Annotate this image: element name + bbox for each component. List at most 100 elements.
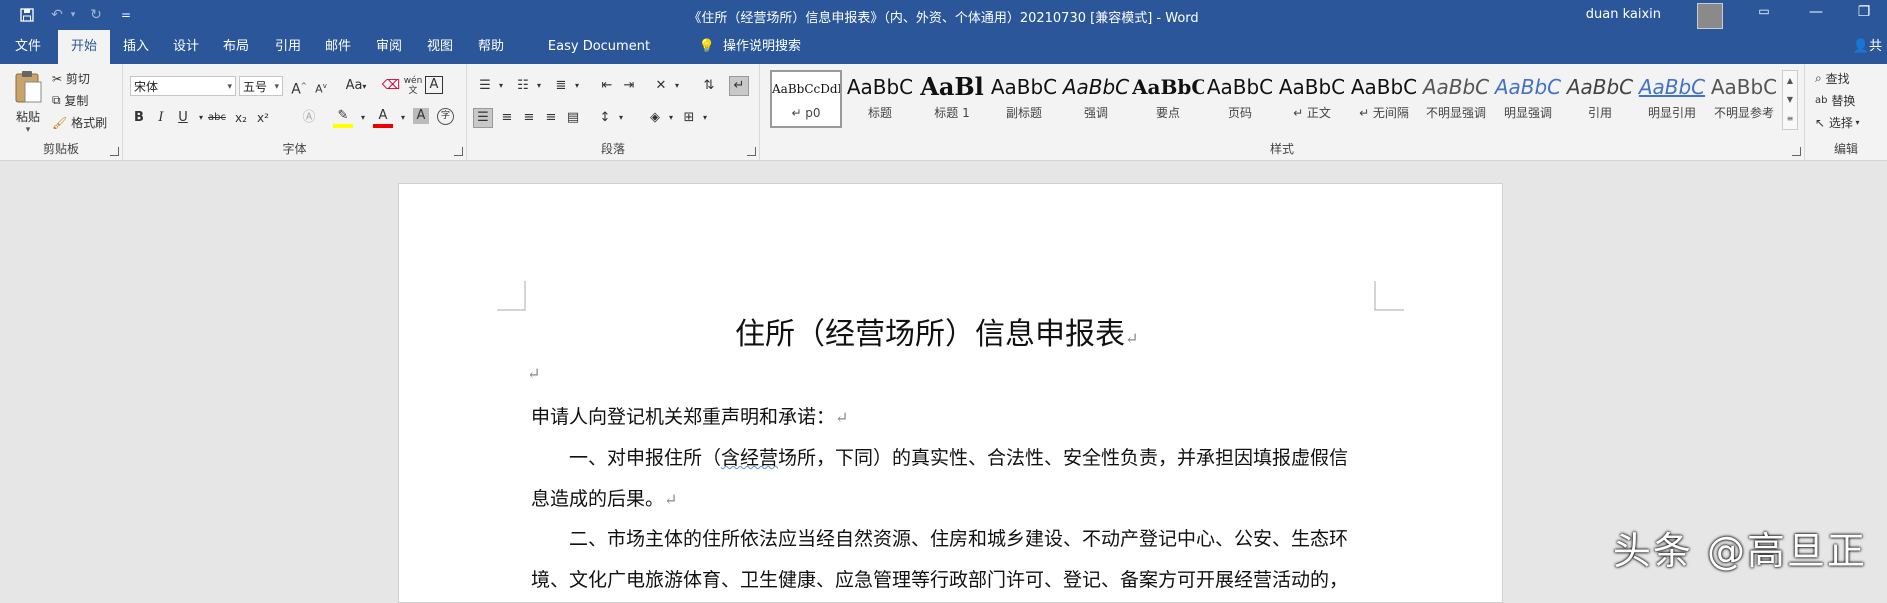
style-p0[interactable]: AaBbCcDdI ↵ p0	[770, 70, 842, 128]
align-center-icon[interactable]: ≡	[497, 108, 517, 128]
tell-me-search[interactable]: 操作说明搜索	[720, 30, 804, 64]
multilevel-dropdown-icon[interactable]: ▾	[567, 76, 587, 96]
numbering-dropdown-icon[interactable]: ▾	[529, 76, 549, 96]
style-quote[interactable]: AaBbC 引用	[1564, 70, 1636, 128]
style-subtle-reference[interactable]: AaBbC 不明显参考	[1708, 70, 1780, 128]
clipboard-launcher-icon[interactable]	[110, 147, 119, 156]
font-group-label: 字体	[282, 142, 307, 156]
borders-dropdown-icon[interactable]: ▾	[695, 108, 715, 128]
paragraph-mark: ↵	[664, 490, 678, 509]
shading-dropdown-icon[interactable]: ▾	[661, 108, 681, 128]
subscript-button[interactable]: x₂	[231, 108, 251, 128]
select-button[interactable]: ↖ 选择 ▾	[1815, 114, 1859, 131]
text-effects-icon[interactable]: Ⓐ	[299, 108, 319, 128]
bullets-dropdown-icon[interactable]: ▾	[491, 76, 511, 96]
paste-button[interactable]: 粘贴 ▾	[10, 70, 46, 135]
ribbon-display-icon[interactable]: ▭	[1749, 4, 1779, 26]
tab-references[interactable]: 引用	[268, 30, 308, 64]
font-color-dropdown-icon[interactable]: ▾	[393, 108, 413, 128]
styles-gallery-scroll[interactable]: ▲ ▼ ≡	[1782, 70, 1798, 130]
highlight-color-icon[interactable]: ✎	[333, 108, 353, 128]
justify-icon[interactable]: ≡	[541, 108, 561, 128]
change-case-button[interactable]: Aa▾	[341, 76, 371, 96]
font-size-select[interactable]: 五号 ▾	[239, 76, 283, 96]
format-painter-button[interactable]: 🖌 格式刷	[52, 114, 107, 131]
minimize-icon[interactable]: —	[1801, 4, 1831, 26]
enclose-characters-button[interactable]: 字	[437, 108, 454, 125]
phonetic-guide-button[interactable]: wén 文	[403, 76, 423, 96]
tab-home[interactable]: 开始	[58, 30, 110, 64]
tab-mailings[interactable]: 邮件	[318, 30, 358, 64]
bold-button[interactable]: B	[129, 108, 149, 128]
tab-help[interactable]: 帮助	[471, 30, 511, 64]
replace-button[interactable]: ab 替换	[1815, 92, 1855, 109]
avatar[interactable]	[1697, 3, 1723, 29]
font-name-select[interactable]: 宋体 ▾	[130, 76, 236, 96]
spellcheck-text[interactable]: 含经营	[721, 447, 778, 469]
style-sample: AaBbC	[990, 75, 1058, 99]
tab-review[interactable]: 审阅	[369, 30, 409, 64]
italic-button[interactable]: I	[151, 108, 171, 128]
style-subtitle[interactable]: AaBbC 副标题	[988, 70, 1060, 128]
cut-button[interactable]: ✂ 剪切	[52, 70, 90, 87]
tab-design[interactable]: 设计	[166, 30, 206, 64]
style-no-spacing[interactable]: AaBbC ↵ 无间隔	[1348, 70, 1420, 128]
font-launcher-icon[interactable]	[454, 147, 463, 156]
show-formatting-marks-icon[interactable]: ↵	[729, 76, 749, 96]
style-title[interactable]: AaBbC 标题	[844, 70, 916, 128]
tab-layout[interactable]: 布局	[216, 30, 256, 64]
ribbon: 粘贴 ▾ ✂ 剪切 ⧉ 复制 🖌 格式刷 剪贴板 宋体 ▾ 五号 ▾ A^ Av A…	[0, 64, 1887, 161]
style-sample: AaBbC	[1494, 75, 1562, 99]
copy-button[interactable]: ⧉ 复制	[52, 92, 88, 109]
line-spacing-dropdown-icon[interactable]: ▾	[611, 108, 631, 128]
grow-font-button[interactable]: A^	[289, 76, 309, 98]
document-title-text: 住所（经营场所）信息申报表	[735, 317, 1125, 352]
doc-text: 申请人向登记机关郑重声明和承诺：	[531, 406, 836, 428]
style-name: 明显引用	[1647, 106, 1696, 120]
sort-icon[interactable]: ⇅	[699, 76, 719, 96]
style-heading-1[interactable]: AaBl 标题 1	[916, 70, 988, 128]
distributed-icon[interactable]: ▤	[563, 108, 583, 128]
style-strong[interactable]: AaBbC 要点	[1132, 70, 1204, 128]
paragraph-launcher-icon[interactable]	[747, 147, 756, 156]
margin-corner-top-left	[497, 281, 526, 311]
tab-view[interactable]: 视图	[420, 30, 460, 64]
style-subtle-emphasis[interactable]: AaBbC 不明显强调	[1420, 70, 1492, 128]
tab-easy-document-creator[interactable]: Easy Document Creator	[526, 30, 672, 88]
style-page-number[interactable]: AaBbC 页码	[1204, 70, 1276, 128]
font-group: 宋体 ▾ 五号 ▾ A^ Av Aa▾ ⌫ wén 文 A B I U ▾ abc x…	[123, 64, 467, 160]
style-intense-emphasis[interactable]: AaBbC 明显强调	[1492, 70, 1564, 128]
chevron-down-icon: ▾	[227, 82, 232, 92]
strikethrough-button[interactable]: abc	[207, 108, 227, 128]
style-name: ↵ p0	[791, 106, 821, 120]
clear-formatting-icon[interactable]: ⌫	[381, 76, 401, 96]
style-emphasis[interactable]: AaBbC 强调	[1060, 70, 1132, 128]
doc-text: 一、对申报住所（	[569, 447, 722, 469]
align-right-icon[interactable]: ≡	[519, 108, 539, 128]
user-name[interactable]: duan kaixin	[1586, 7, 1661, 22]
highlight-dropdown-icon[interactable]: ▾	[353, 108, 373, 128]
chinese-layout-dropdown-icon[interactable]: ▾	[667, 76, 687, 96]
doc-text: 场所，下同）的真实性、合法性、安全性负责，并承担因填报虚假信	[778, 447, 1349, 469]
increase-indent-icon[interactable]: ⇥	[619, 76, 639, 96]
restore-icon[interactable]: ❐	[1849, 4, 1879, 26]
align-left-icon[interactable]: ☰	[473, 108, 493, 128]
style-normal[interactable]: AaBbC ↵ 正文	[1276, 70, 1348, 128]
styles-launcher-icon[interactable]	[1792, 147, 1801, 156]
font-color-icon[interactable]: A	[373, 108, 393, 128]
style-intense-quote[interactable]: AaBbC 明显引用	[1636, 70, 1708, 128]
character-shading-icon[interactable]: A	[413, 108, 429, 124]
superscript-button[interactable]: x²	[253, 108, 273, 128]
shrink-font-button[interactable]: Av	[311, 76, 331, 96]
style-sample: AaBbC	[1350, 75, 1418, 99]
find-button[interactable]: ⌕ 查找	[1815, 70, 1850, 87]
tab-file[interactable]: 文件	[8, 30, 48, 64]
character-border-button[interactable]: A	[425, 76, 443, 94]
underline-button[interactable]: U	[173, 108, 193, 128]
document-page[interactable]: 住所（经营场所）信息申报表↵ ↵ 申请人向登记机关郑重声明和承诺：↵ 一、对申报…	[398, 183, 1503, 603]
share-button[interactable]: 👤共享	[1848, 30, 1887, 88]
decrease-indent-icon[interactable]: ⇤	[597, 76, 617, 96]
tab-insert[interactable]: 插入	[116, 30, 156, 64]
strikethrough-icon: abc	[208, 112, 226, 123]
superscript-icon: x²	[257, 111, 269, 125]
